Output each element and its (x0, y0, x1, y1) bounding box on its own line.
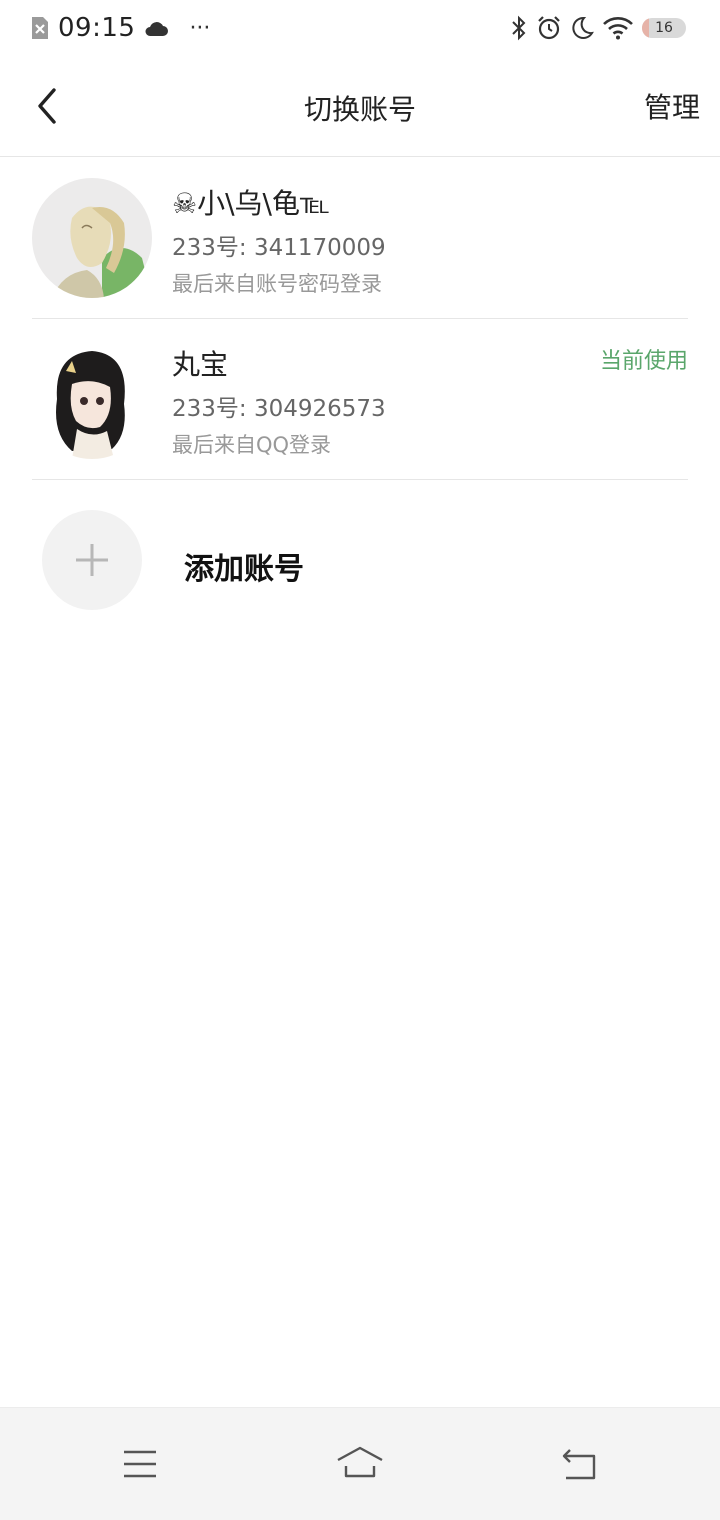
wifi-icon (603, 17, 633, 40)
battery-indicator: 16 (642, 18, 686, 38)
status-left: 09:15 ··· (30, 12, 210, 44)
header: 切换账号 管理 (0, 56, 720, 157)
page-title: 切换账号 (303, 93, 416, 126)
status-more: ··· (189, 15, 211, 41)
account-item[interactable]: 丸宝 233号: 304926573 最后来自QQ登录 当前使用 (32, 319, 688, 480)
moon-icon (572, 16, 594, 39)
bluetooth-icon (512, 15, 526, 41)
add-account-label: 添加账号 (184, 552, 304, 587)
battery-level: 16 (655, 20, 673, 36)
add-account-button[interactable]: 添加账号 (42, 510, 682, 610)
status-time: 09:15 (58, 13, 136, 43)
status-bar: 09:15 ··· 16 (0, 0, 720, 56)
home-icon (337, 1446, 383, 1478)
account-name: 丸宝 (172, 348, 229, 381)
status-right: 16 (510, 12, 686, 44)
account-item[interactable]: ☠小\乌\龟℡ 233号: 341170009 最后来自账号密码登录 (32, 158, 688, 319)
add-account-circle (42, 510, 142, 610)
menu-icon (124, 1450, 156, 1478)
account-id: 233号: 304926573 (172, 396, 386, 422)
nav-menu-button[interactable] (114, 1444, 166, 1484)
account-login-source: 最后来自QQ登录 (172, 433, 332, 457)
current-account-badge: 当前使用 (599, 349, 688, 374)
plus-icon (76, 544, 108, 576)
back-arrow-icon (562, 1449, 596, 1480)
cloud-icon (145, 22, 169, 36)
manage-button[interactable]: 管理 (644, 86, 700, 126)
account-name: ☠小\乌\龟℡ (172, 187, 331, 220)
system-nav-bar (0, 1407, 720, 1520)
nav-back-button[interactable] (554, 1444, 606, 1484)
avatar (32, 178, 152, 298)
account-id: 233号: 341170009 (172, 235, 386, 261)
nav-home-button[interactable] (334, 1444, 386, 1484)
avatar (32, 339, 152, 459)
battery-fill (642, 18, 650, 38)
alarm-icon (538, 16, 560, 40)
sim-off-icon (32, 17, 48, 39)
account-login-source: 最后来自账号密码登录 (172, 272, 382, 296)
